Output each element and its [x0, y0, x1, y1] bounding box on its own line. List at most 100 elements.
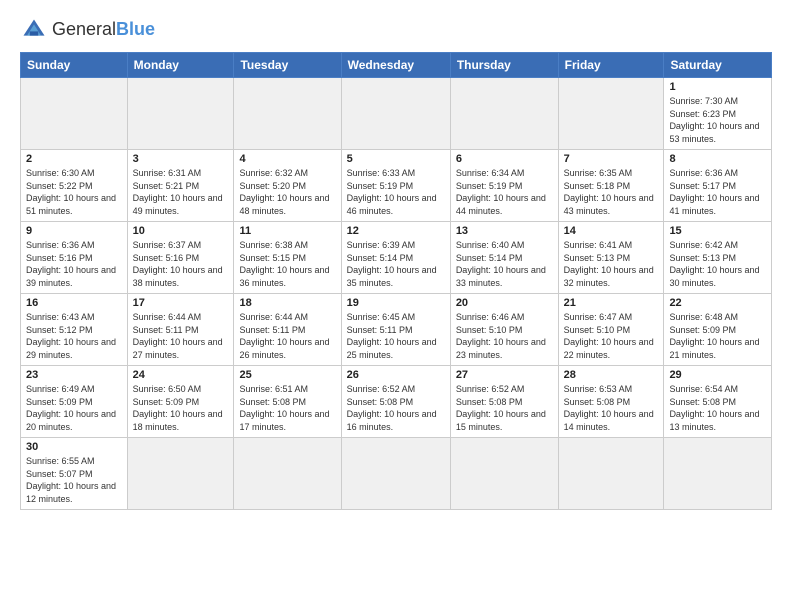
calendar-cell: 9 Sunrise: 6:36 AMSunset: 5:16 PMDaylight… [21, 222, 128, 294]
calendar-cell [127, 78, 234, 150]
day-info: Sunrise: 6:48 AMSunset: 5:09 PMDaylight:… [669, 311, 766, 361]
day-number: 2 [26, 153, 122, 165]
logo-icon [20, 16, 48, 44]
calendar-cell: 1 Sunrise: 7:30 AMSunset: 6:23 PMDaylight… [664, 78, 772, 150]
calendar-cell: 14 Sunrise: 6:41 AMSunset: 5:13 PMDayligh… [558, 222, 664, 294]
day-number: 27 [456, 369, 553, 381]
day-info: Sunrise: 6:37 AMSunset: 5:16 PMDaylight:… [133, 239, 229, 289]
calendar-cell [664, 438, 772, 510]
calendar-cell: 21 Sunrise: 6:47 AMSunset: 5:10 PMDayligh… [558, 294, 664, 366]
day-number: 14 [564, 225, 659, 237]
calendar-cell: 30Sunrise: 6:55 AMSunset: 5:07 PMDayligh… [21, 438, 128, 510]
calendar-cell: 23 Sunrise: 6:49 AMSunset: 5:09 PMDayligh… [21, 366, 128, 438]
day-info: Sunrise: 6:43 AMSunset: 5:12 PMDaylight:… [26, 311, 122, 361]
day-info: Sunrise: 6:31 AMSunset: 5:21 PMDaylight:… [133, 167, 229, 217]
calendar-cell: 27 Sunrise: 6:52 AMSunset: 5:08 PMDayligh… [450, 366, 558, 438]
day-number: 20 [456, 297, 553, 309]
day-number: 12 [347, 225, 445, 237]
calendar-cell [234, 438, 341, 510]
day-info: Sunrise: 6:41 AMSunset: 5:13 PMDaylight:… [564, 239, 659, 289]
day-number: 6 [456, 153, 553, 165]
calendar-cell [21, 78, 128, 150]
day-number: 21 [564, 297, 659, 309]
day-number: 11 [239, 225, 335, 237]
day-info: Sunrise: 6:52 AMSunset: 5:08 PMDaylight:… [347, 383, 445, 433]
calendar-cell: 11 Sunrise: 6:38 AMSunset: 5:15 PMDayligh… [234, 222, 341, 294]
day-info: Sunrise: 6:38 AMSunset: 5:15 PMDaylight:… [239, 239, 335, 289]
calendar-page: GeneralBlue Sunday Monday Tuesday Wednes… [0, 0, 792, 612]
calendar-cell: 24 Sunrise: 6:50 AMSunset: 5:09 PMDayligh… [127, 366, 234, 438]
logo: GeneralBlue [20, 16, 155, 44]
day-number: 7 [564, 153, 659, 165]
day-info: Sunrise: 6:36 AMSunset: 5:16 PMDaylight:… [26, 239, 122, 289]
day-info: Sunrise: 6:35 AMSunset: 5:18 PMDaylight:… [564, 167, 659, 217]
day-number: 19 [347, 297, 445, 309]
calendar-cell [558, 78, 664, 150]
day-info: Sunrise: 6:45 AMSunset: 5:11 PMDaylight:… [347, 311, 445, 361]
calendar-cell: 29 Sunrise: 6:54 AMSunset: 5:08 PMDayligh… [664, 366, 772, 438]
col-saturday: Saturday [664, 53, 772, 78]
day-number: 4 [239, 153, 335, 165]
calendar-cell: 15 Sunrise: 6:42 AMSunset: 5:13 PMDayligh… [664, 222, 772, 294]
calendar-cell: 3 Sunrise: 6:31 AMSunset: 5:21 PMDaylight… [127, 150, 234, 222]
col-wednesday: Wednesday [341, 53, 450, 78]
day-number: 1 [669, 81, 766, 93]
calendar-cell: 7 Sunrise: 6:35 AMSunset: 5:18 PMDaylight… [558, 150, 664, 222]
day-info: Sunrise: 6:39 AMSunset: 5:14 PMDaylight:… [347, 239, 445, 289]
day-info: Sunrise: 7:30 AMSunset: 6:23 PMDaylight:… [669, 95, 766, 145]
day-info: Sunrise: 6:32 AMSunset: 5:20 PMDaylight:… [239, 167, 335, 217]
calendar-cell: 28Sunrise: 6:53 AMSunset: 5:08 PMDayligh… [558, 366, 664, 438]
day-number: 18 [239, 297, 335, 309]
calendar-table: Sunday Monday Tuesday Wednesday Thursday… [20, 52, 772, 510]
day-info: Sunrise: 6:42 AMSunset: 5:13 PMDaylight:… [669, 239, 766, 289]
calendar-cell: 22Sunrise: 6:48 AMSunset: 5:09 PMDayligh… [664, 294, 772, 366]
day-info: Sunrise: 6:47 AMSunset: 5:10 PMDaylight:… [564, 311, 659, 361]
day-info: Sunrise: 6:50 AMSunset: 5:09 PMDaylight:… [133, 383, 229, 433]
day-number: 23 [26, 369, 122, 381]
calendar-cell: 6 Sunrise: 6:34 AMSunset: 5:19 PMDaylight… [450, 150, 558, 222]
day-info: Sunrise: 6:30 AMSunset: 5:22 PMDaylight:… [26, 167, 122, 217]
calendar-week-row: 16Sunrise: 6:43 AMSunset: 5:12 PMDayligh… [21, 294, 772, 366]
logo-text: GeneralBlue [52, 20, 155, 40]
day-info: Sunrise: 6:36 AMSunset: 5:17 PMDaylight:… [669, 167, 766, 217]
calendar-cell [341, 78, 450, 150]
calendar-week-row: 9 Sunrise: 6:36 AMSunset: 5:16 PMDaylight… [21, 222, 772, 294]
day-info: Sunrise: 6:55 AMSunset: 5:07 PMDaylight:… [26, 455, 122, 505]
day-number: 29 [669, 369, 766, 381]
calendar-header-row: Sunday Monday Tuesday Wednesday Thursday… [21, 53, 772, 78]
calendar-cell: 17Sunrise: 6:44 AMSunset: 5:11 PMDayligh… [127, 294, 234, 366]
day-number: 26 [347, 369, 445, 381]
calendar-cell: 13 Sunrise: 6:40 AMSunset: 5:14 PMDayligh… [450, 222, 558, 294]
day-info: Sunrise: 6:51 AMSunset: 5:08 PMDaylight:… [239, 383, 335, 433]
day-info: Sunrise: 6:54 AMSunset: 5:08 PMDaylight:… [669, 383, 766, 433]
calendar-cell [127, 438, 234, 510]
day-number: 24 [133, 369, 229, 381]
day-number: 13 [456, 225, 553, 237]
calendar-cell [450, 438, 558, 510]
day-number: 15 [669, 225, 766, 237]
calendar-cell [234, 78, 341, 150]
col-friday: Friday [558, 53, 664, 78]
calendar-cell: 4 Sunrise: 6:32 AMSunset: 5:20 PMDaylight… [234, 150, 341, 222]
day-info: Sunrise: 6:46 AMSunset: 5:10 PMDaylight:… [456, 311, 553, 361]
day-number: 28 [564, 369, 659, 381]
calendar-cell: 26 Sunrise: 6:52 AMSunset: 5:08 PMDayligh… [341, 366, 450, 438]
day-info: Sunrise: 6:34 AMSunset: 5:19 PMDaylight:… [456, 167, 553, 217]
day-number: 5 [347, 153, 445, 165]
day-info: Sunrise: 6:44 AMSunset: 5:11 PMDaylight:… [133, 311, 229, 361]
calendar-week-row: 23 Sunrise: 6:49 AMSunset: 5:09 PMDayligh… [21, 366, 772, 438]
day-number: 9 [26, 225, 122, 237]
page-header: GeneralBlue [20, 16, 772, 44]
col-sunday: Sunday [21, 53, 128, 78]
day-info: Sunrise: 6:44 AMSunset: 5:11 PMDaylight:… [239, 311, 335, 361]
day-info: Sunrise: 6:52 AMSunset: 5:08 PMDaylight:… [456, 383, 553, 433]
day-info: Sunrise: 6:49 AMSunset: 5:09 PMDaylight:… [26, 383, 122, 433]
calendar-cell [450, 78, 558, 150]
calendar-week-row: 30Sunrise: 6:55 AMSunset: 5:07 PMDayligh… [21, 438, 772, 510]
day-number: 8 [669, 153, 766, 165]
col-tuesday: Tuesday [234, 53, 341, 78]
calendar-cell: 25 Sunrise: 6:51 AMSunset: 5:08 PMDayligh… [234, 366, 341, 438]
day-number: 3 [133, 153, 229, 165]
day-number: 25 [239, 369, 335, 381]
day-info: Sunrise: 6:40 AMSunset: 5:14 PMDaylight:… [456, 239, 553, 289]
